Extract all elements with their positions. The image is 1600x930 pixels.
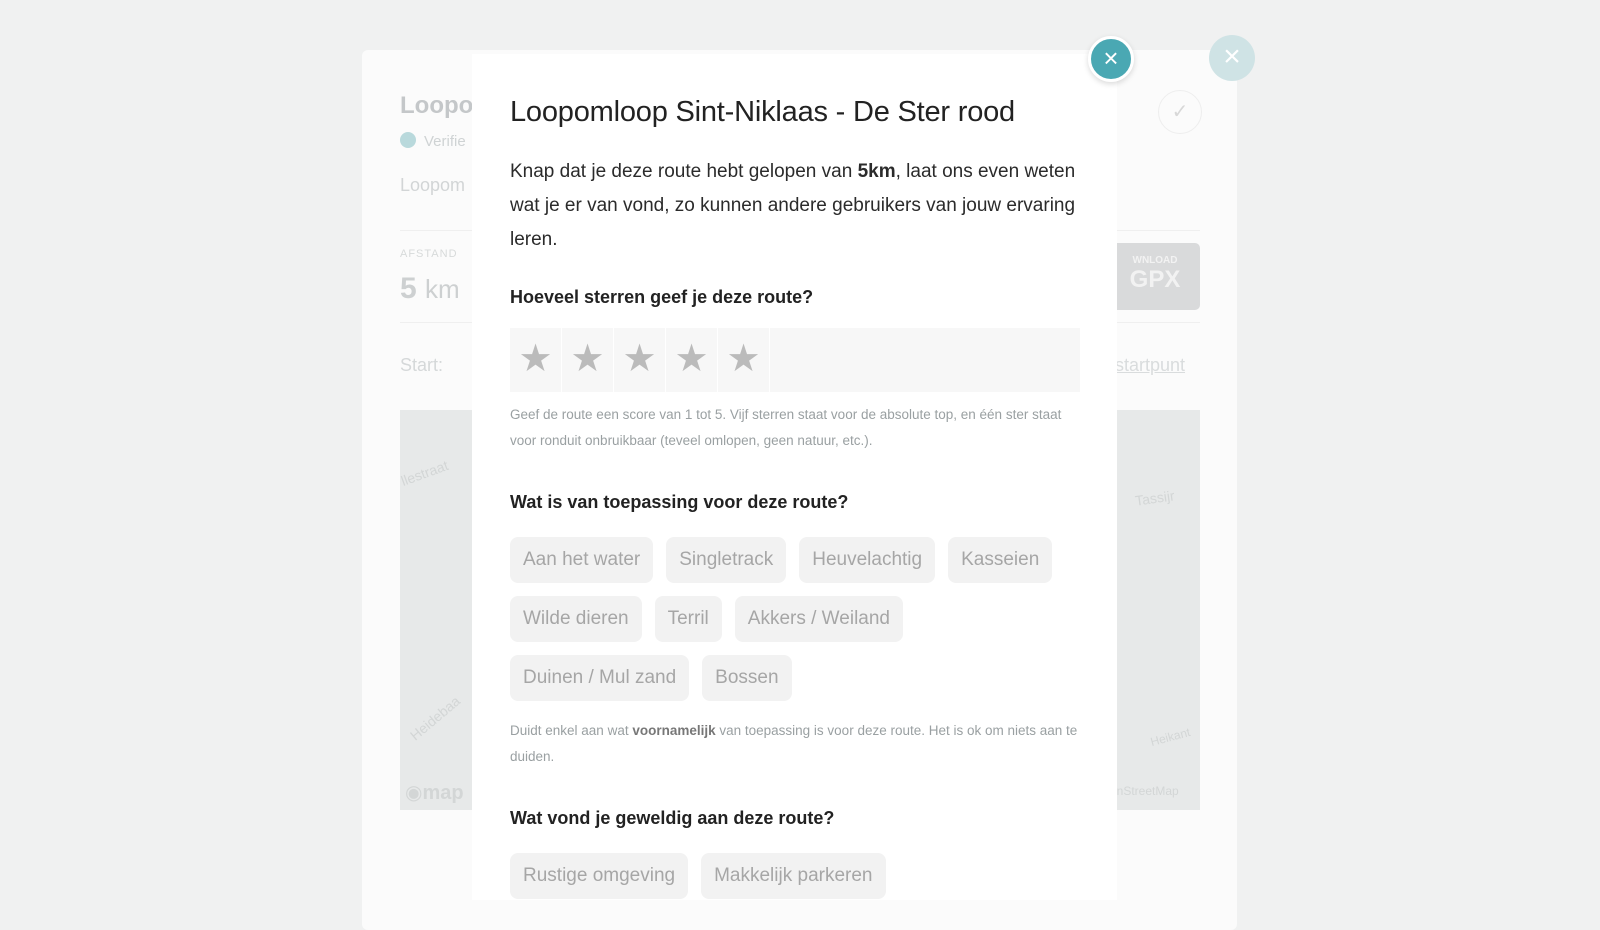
tag-aan-het-water[interactable]: Aan het water (510, 537, 654, 583)
star-5-icon[interactable]: ★ (718, 328, 770, 392)
close-modal-button[interactable]: × (1088, 36, 1134, 82)
map-street-label: Heikant (1148, 724, 1192, 750)
background-download-label: WNLOAD (1132, 255, 1178, 266)
star-1-icon[interactable]: ★ (510, 328, 562, 392)
tag-kasseien[interactable]: Kasseien (948, 537, 1053, 583)
tag-wilde-dieren[interactable]: Wilde dieren (510, 596, 642, 642)
star-3-icon[interactable]: ★ (614, 328, 666, 392)
background-download-gpx-button: WNLOAD GPX (1110, 243, 1200, 310)
map-logo-label: map (422, 782, 464, 804)
applicable-hint-bold: voornamelijk (632, 723, 716, 738)
tag-singletrack[interactable]: Singletrack (666, 537, 787, 583)
map-logo-icon: ◉ (405, 782, 423, 804)
tag-akkers-weiland[interactable]: Akkers / Weiland (734, 596, 903, 642)
background-start-label: Start: (400, 355, 444, 375)
applicable-hint: Duidt enkel aan wat voornamelijk van toe… (510, 718, 1079, 770)
tag-terril[interactable]: Terril (654, 596, 722, 642)
background-verified-label: Verifie (424, 133, 466, 150)
map-attribution: enStreetMap (1110, 784, 1179, 798)
background-distance-value: 5 (400, 272, 417, 305)
background-route-subtitle: Loopom (400, 175, 466, 195)
star-4-icon[interactable]: ★ (666, 328, 718, 392)
verified-icon (400, 132, 416, 148)
background-gpx-label: GPX (1129, 266, 1181, 293)
applicable-question: Wat is van toepassing voor deze route? (510, 492, 849, 512)
star-rating: ★ ★ ★ ★ ★ (510, 328, 1080, 392)
background-verified-badge: Verifie (400, 132, 466, 150)
map-street-label: Heidebaa (406, 692, 464, 744)
background-route-title: Loopo (400, 92, 474, 119)
star-2-icon[interactable]: ★ (562, 328, 614, 392)
check-icon: ✓ (1158, 90, 1202, 134)
modal-intro: Knap dat je deze route hebt gelopen van … (510, 155, 1079, 257)
background-distance: 5 km (400, 272, 460, 306)
intro-distance: 5km (857, 161, 896, 182)
map-street-label: llestraat (398, 457, 451, 489)
tag-bossen[interactable]: Bossen (702, 655, 792, 701)
tag-duinen-mul-zand[interactable]: Duinen / Mul zand (510, 655, 690, 701)
background-startpoint-link: startpunt (1115, 355, 1186, 375)
tag-heuvelachtig[interactable]: Heuvelachtig (799, 537, 936, 583)
modal-title: Loopomloop Sint-Niklaas - De Ster rood (510, 96, 1015, 128)
intro-text-before: Knap dat je deze route hebt gelopen van (510, 161, 858, 182)
close-icon: × (1103, 43, 1119, 73)
background-close-icon: × (1209, 35, 1255, 81)
background-distance-unit: km (425, 274, 460, 304)
tag-makkelijk-parkeren[interactable]: Makkelijk parkeren (701, 853, 886, 899)
great-options: Rustige omgeving Makkelijk parkeren (510, 853, 1090, 899)
applicable-hint-before: Duidt enkel aan wat (510, 723, 633, 738)
applicable-options: Aan het water Singletrack Heuvelachtig K… (510, 537, 1090, 701)
map-logo: ◉map (405, 780, 464, 805)
rating-question: Hoeveel sterren geef je deze route? (510, 287, 814, 307)
tag-rustige-omgeving[interactable]: Rustige omgeving (510, 853, 689, 899)
map-street-label: Tassijr (1134, 487, 1176, 509)
review-modal: Loopomloop Sint-Niklaas - De Ster rood K… (472, 54, 1117, 900)
background-distance-label: AFSTAND (400, 248, 458, 260)
great-question: Wat vond je geweldig aan deze route? (510, 808, 835, 828)
rating-hint: Geef de route een score van 1 tot 5. Vij… (510, 407, 1062, 448)
